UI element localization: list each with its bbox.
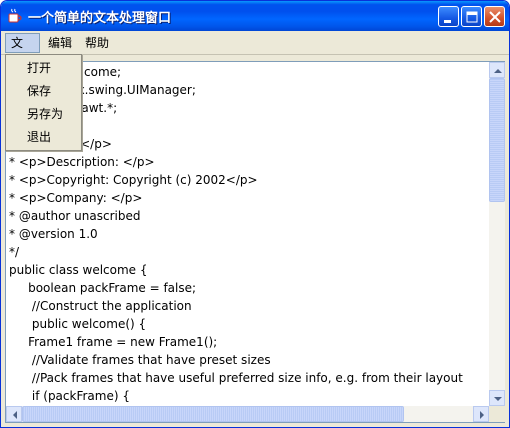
text-line: */	[9, 245, 20, 259]
menu-file[interactable]: 文件	[5, 33, 40, 68]
text-line: //Validate frames that have preset sizes	[9, 353, 271, 367]
text-line: * <p>Company: </p>	[9, 191, 143, 205]
maximize-icon	[466, 11, 478, 23]
maximize-button[interactable]	[461, 6, 482, 27]
menu-item-save[interactable]: 保存	[7, 80, 80, 103]
arrow-up-icon	[494, 69, 502, 73]
vertical-scroll-thumb[interactable]	[489, 78, 505, 202]
menu-item-open[interactable]: 打开	[7, 57, 80, 80]
menu-bar: 文件 编辑 帮助	[1, 31, 509, 68]
horizontal-scroll-thumb[interactable]	[22, 406, 404, 422]
menu-help[interactable]: 帮助	[80, 33, 114, 53]
vertical-scrollbar[interactable]	[489, 62, 505, 406]
horizontal-scrollbar[interactable]	[6, 406, 489, 422]
window-title: 一个简单的文本处理窗口	[28, 11, 172, 26]
text-line: public welcome() {	[9, 317, 147, 331]
text-line: * @author unascribed	[9, 209, 141, 223]
text-line: * @version 1.0	[9, 227, 98, 241]
text-line: //Pack frames that have useful preferred…	[9, 371, 463, 385]
scroll-right-button[interactable]	[473, 406, 489, 422]
title-bar[interactable]: 一个简单的文本处理窗口	[1, 1, 509, 31]
scroll-up-button[interactable]	[489, 62, 505, 78]
scrollbar-corner	[489, 406, 505, 422]
scroll-down-button[interactable]	[489, 390, 505, 406]
text-line: * <p>Description: </p>	[9, 155, 155, 169]
app-window: 一个简单的文本处理窗口 文件 编辑 帮助 package welcome; im…	[0, 0, 510, 428]
menu-edit[interactable]: 编辑	[43, 33, 77, 53]
close-icon	[489, 11, 501, 23]
arrow-down-icon	[494, 397, 502, 401]
menu-item-save-as[interactable]: 另存为	[7, 103, 80, 126]
minimize-button[interactable]	[438, 6, 459, 27]
minimize-icon	[444, 20, 451, 23]
text-line: public class welcome {	[9, 263, 148, 277]
file-menu-dropdown: 打开 保存 另存为 退出	[5, 54, 82, 151]
menu-item-exit[interactable]: 退出	[7, 126, 80, 149]
java-coffee-cup-icon	[8, 8, 22, 23]
scroll-left-button[interactable]	[6, 406, 22, 422]
text-line: * <p>Copyright: Copyright (c) 2002</p>	[9, 173, 258, 187]
text-line: Frame1 frame = new Frame1();	[9, 335, 218, 349]
arrow-right-icon	[480, 411, 484, 419]
close-button[interactable]	[484, 6, 505, 27]
text-line: //Construct the application	[9, 299, 192, 313]
arrow-left-icon	[13, 411, 17, 419]
text-line: if (packFrame) {	[9, 389, 130, 403]
text-line: boolean packFrame = false;	[9, 281, 197, 295]
